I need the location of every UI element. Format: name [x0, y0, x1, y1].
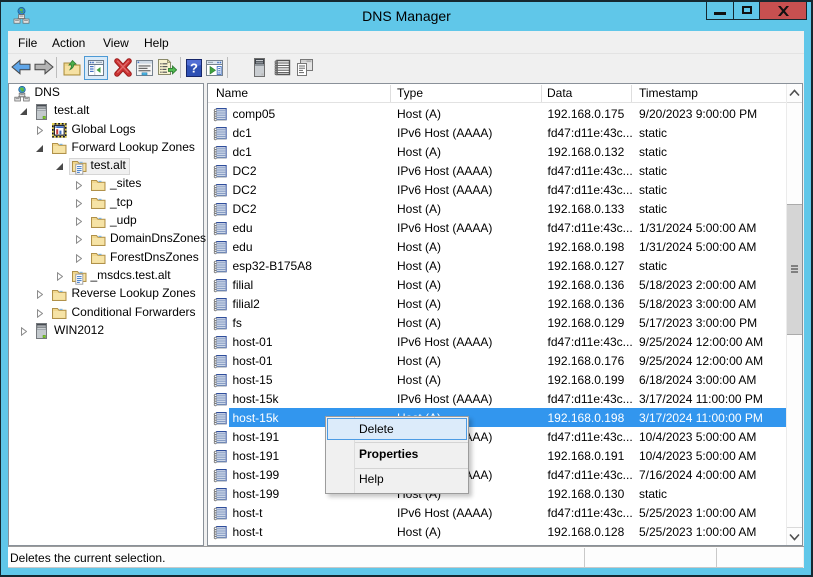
- svg-text:?: ?: [190, 61, 198, 76]
